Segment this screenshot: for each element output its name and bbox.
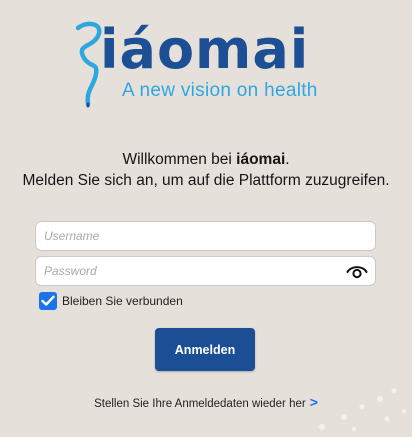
password-field-box bbox=[35, 256, 376, 286]
username-field-box bbox=[35, 221, 376, 251]
remember-checkbox[interactable] bbox=[39, 292, 57, 310]
welcome-line-2: Melden Sie sich an, um auf die Plattform… bbox=[22, 172, 390, 189]
remember-label: Bleiben Sie verbunden bbox=[62, 294, 183, 308]
remember-me[interactable]: Bleiben Sie verbunden bbox=[39, 292, 183, 310]
login-button[interactable]: Anmelden bbox=[155, 328, 255, 371]
eye-icon[interactable] bbox=[346, 264, 368, 280]
password-input[interactable] bbox=[36, 257, 375, 285]
welcome-line-1: Willkommen bei iáomai. bbox=[0, 149, 412, 170]
chevron-right-icon: > bbox=[309, 394, 318, 410]
restore-label: Stellen Sie Ihre Anmeldedaten wieder her bbox=[94, 398, 306, 410]
logo-tagline: A new vision on health bbox=[122, 80, 318, 101]
brand-logo: iáomai A new vision on health bbox=[74, 18, 344, 108]
welcome-suffix: . bbox=[285, 151, 290, 168]
background-dots bbox=[319, 388, 406, 431]
welcome-brand: iáomai bbox=[236, 151, 286, 168]
checkmark-icon bbox=[41, 295, 55, 306]
username-input[interactable] bbox=[36, 222, 375, 250]
welcome-prefix: Willkommen bei bbox=[122, 151, 237, 168]
restore-credentials-link[interactable]: Stellen Sie Ihre Anmeldedaten wieder her… bbox=[0, 394, 412, 410]
logo-wordmark: iáomai bbox=[100, 18, 310, 81]
welcome-message: Willkommen bei iáomai. Melden Sie sich a… bbox=[0, 149, 412, 191]
